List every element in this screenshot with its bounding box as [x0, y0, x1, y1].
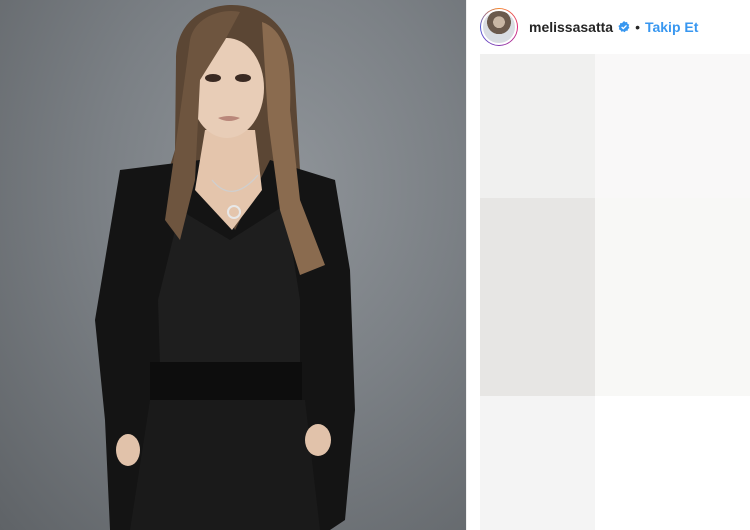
verified-badge-icon: [618, 21, 630, 33]
post-photo-illustration: [95, 5, 355, 530]
username-link[interactable]: melissasatta: [529, 19, 613, 35]
story-ring[interactable]: [480, 8, 518, 46]
avatar[interactable]: [481, 9, 517, 45]
follow-button[interactable]: Takip Et: [645, 19, 698, 35]
placeholder-tile: [595, 198, 750, 396]
loading-placeholder-grid: [480, 54, 750, 530]
post-header: melissasatta • Takip Et: [467, 0, 750, 54]
placeholder-tile: [480, 396, 595, 530]
post-sidebar: melissasatta • Takip Et: [466, 0, 750, 530]
placeholder-tile: [595, 396, 750, 530]
separator-dot: •: [635, 19, 640, 35]
placeholder-tile: [595, 54, 750, 198]
placeholder-tile: [480, 198, 595, 396]
post-photo[interactable]: [0, 0, 466, 530]
placeholder-tile: [480, 54, 595, 198]
